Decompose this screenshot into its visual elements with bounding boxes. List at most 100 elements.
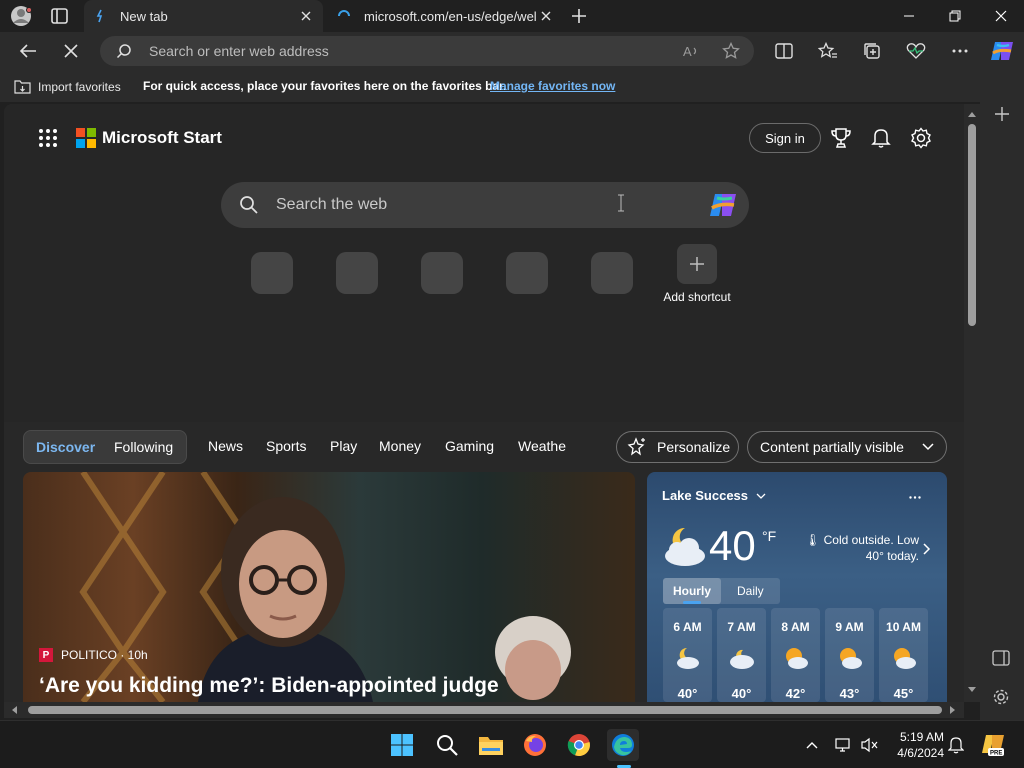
collections-icon[interactable] [858,38,886,64]
add-shortcut-label: Add shortcut [663,290,731,304]
selected-tab-indicator [683,601,701,604]
close-tab-icon[interactable] [537,7,555,25]
import-favorites-button[interactable]: Import favorites [14,79,121,94]
copilot-search-icon[interactable] [708,191,738,224]
shortcut-tile[interactable] [421,252,463,294]
shortcut-tile[interactable] [251,252,293,294]
notifications-bell-icon[interactable] [946,735,966,755]
nav-news[interactable]: News [208,438,243,454]
tab-discover[interactable]: Discover [36,439,95,455]
microsoft-start-logo[interactable]: Microsoft Start [76,128,222,148]
import-favorites-label: Import favorites [38,79,121,94]
hour-temp: 45° [893,686,914,701]
chevron-down-icon [922,443,934,451]
weather-card[interactable]: Lake Success 40 °F 🌡 Cold outside. Low 4… [647,472,947,702]
shortcut-tile[interactable] [506,252,548,294]
search-icon [116,43,132,64]
sidebar-settings-gear-icon[interactable] [992,688,1010,711]
content-visibility-dropdown[interactable]: Content partially visible [747,431,947,463]
weather-location[interactable]: Lake Success [662,488,766,503]
stop-loading-icon[interactable] [57,38,85,64]
minimize-icon[interactable] [886,0,932,32]
windows-start-icon[interactable] [386,729,418,761]
back-arrow-icon[interactable] [14,38,42,64]
profile-avatar-icon[interactable] [10,5,34,27]
split-screen-icon[interactable] [770,38,798,64]
close-tab-icon[interactable] [297,7,315,25]
tab-actions-icon[interactable] [50,7,70,25]
vertical-scrollbar[interactable] [964,104,980,702]
nav-play[interactable]: Play [330,438,357,454]
nav-money[interactable]: Money [379,438,421,454]
feed-mode-toggle: Discover Following [23,430,187,464]
scroll-right-arrow-icon [950,706,955,714]
file-explorer-icon[interactable] [475,729,507,761]
taskbar-clock[interactable]: 5:19 AM 4/6/2024 [888,729,944,761]
app-launcher-icon[interactable] [38,128,58,148]
hourly-forecast-item[interactable]: 8 AM 42° [771,608,820,702]
manage-favorites-link[interactable]: Manage favorites now [490,79,615,93]
vertical-scroll-thumb[interactable] [968,124,976,326]
sun-cloud-icon [786,648,808,669]
sidebar-add-icon[interactable] [994,106,1010,127]
chevron-right-icon[interactable] [923,542,933,555]
add-shortcut-button[interactable] [677,244,717,284]
top-story-card[interactable]: P POLITICO · 10h ‘Are you kidding me?’: … [23,472,635,702]
network-icon[interactable] [834,735,854,755]
more-options-icon[interactable] [946,38,974,64]
nav-sports[interactable]: Sports [266,438,306,454]
read-aloud-icon[interactable]: A [682,42,700,65]
copilot-icon[interactable] [988,38,1016,64]
restore-icon[interactable] [932,0,978,32]
scroll-left-arrow-icon [12,706,17,714]
chrome-icon[interactable] [563,729,595,761]
personalize-button[interactable]: Personalize [616,431,739,463]
nav-gaming[interactable]: Gaming [445,438,494,454]
hide-sidebar-icon[interactable] [992,650,1010,671]
tab-following[interactable]: Following [114,439,173,455]
forecast-tabs: Hourly Daily [663,578,780,604]
edge-taskbar-icon[interactable] [607,729,639,768]
browser-essentials-icon[interactable] [902,38,930,64]
politico-logo-icon: P [39,648,53,662]
firefox-icon[interactable] [519,729,551,761]
sign-in-button[interactable]: Sign in [749,123,821,153]
page-settings-gear-icon[interactable] [908,125,934,151]
hourly-forecast-item[interactable]: 6 AM 40° [663,608,712,702]
edge-sidebar [980,102,1024,720]
shortcut-tile[interactable] [336,252,378,294]
horizontal-scrollbar[interactable] [4,702,964,718]
sun-cloud-icon [840,648,862,669]
sun-cloud-icon [894,648,916,669]
tab-edge-welcome[interactable]: microsoft.com/en-us/edge/welc [328,0,563,32]
hourly-forecast-item[interactable]: 10 AM 45° [879,608,928,702]
close-window-icon[interactable] [978,0,1024,32]
personalize-sparkle-icon [627,437,647,457]
favorite-star-icon[interactable] [722,41,740,65]
new-tab-plus-icon[interactable] [569,6,589,26]
nav-weather[interactable]: Weathe [518,438,566,454]
taskbar-search-icon[interactable] [431,729,463,761]
hour-temp: 43° [839,686,860,701]
hourly-forecast-item[interactable]: 9 AM 43° [825,608,874,702]
shortcut-tile[interactable] [591,252,633,294]
show-hidden-icons-chevron-icon[interactable] [802,735,822,755]
address-bar[interactable]: Search or enter web address A [100,36,754,66]
hourly-forecast-item[interactable]: 7 AM 40° [717,608,766,702]
volume-muted-icon[interactable] [860,735,880,755]
content-visibility-label: Content partially visible [760,439,904,455]
tab-new-tab[interactable]: New tab [84,0,323,32]
web-search-box[interactable]: Search the web [221,182,749,228]
temperature-unit: °F [762,528,777,544]
copilot-preview-icon[interactable]: PRE [980,732,1006,758]
cloud-icon [730,649,754,669]
horizontal-scroll-thumb[interactable] [28,706,942,714]
favorites-icon[interactable] [814,38,842,64]
rewards-trophy-icon[interactable] [828,125,854,151]
clock-date: 4/6/2024 [897,746,944,760]
weather-more-icon[interactable] [909,486,921,502]
tab-daily[interactable]: Daily [737,584,764,598]
chevron-down-icon [756,493,766,499]
story-headline[interactable]: ‘Are you kidding me?’: Biden-appointed j… [39,674,499,698]
notifications-bell-icon[interactable] [868,125,894,151]
